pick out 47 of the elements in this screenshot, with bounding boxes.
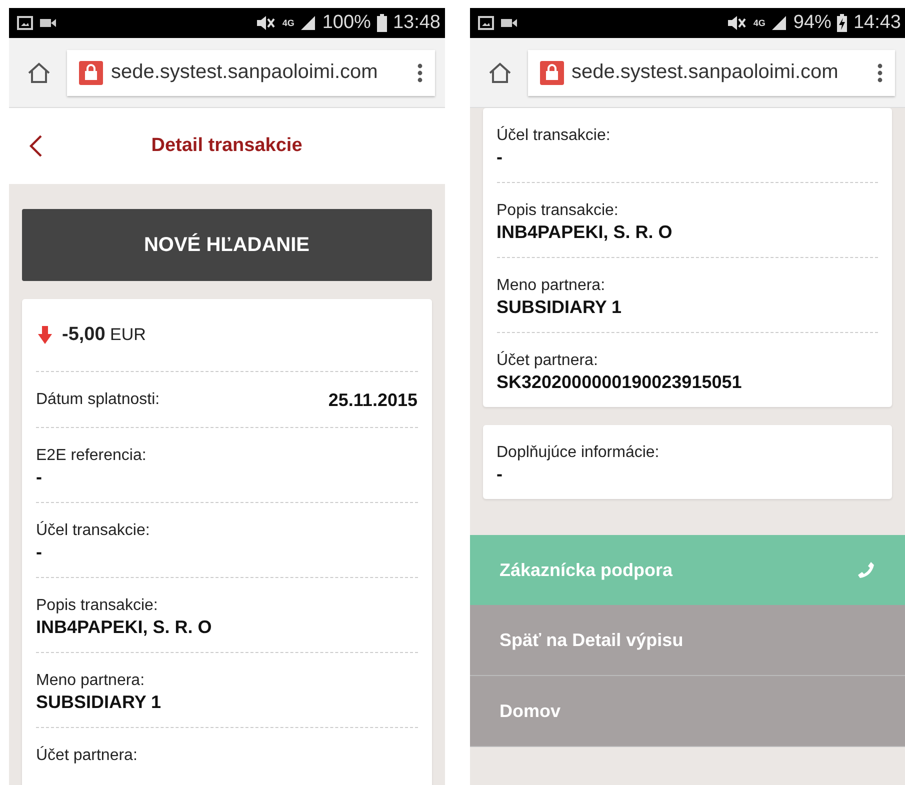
more-options-icon[interactable] — [877, 62, 883, 82]
battery-percentage: 94% — [793, 12, 832, 34]
address-bar[interactable]: sede.systest.sanpaoloimi.com — [528, 50, 895, 96]
video-camera-icon — [500, 17, 518, 29]
signal-icon — [300, 15, 316, 31]
picture-icon — [478, 16, 494, 30]
video-camera-icon — [39, 17, 57, 29]
field-label: E2E referencia: — [36, 447, 148, 465]
home-icon[interactable] — [488, 62, 512, 84]
field-label: Meno partnera: — [496, 277, 606, 295]
page-title: Detail transakcie — [150, 135, 304, 157]
field-label: Účet partnera: — [496, 352, 599, 370]
network-label: 4G — [753, 18, 766, 28]
field-label: Dátum splatnosti: — [36, 390, 160, 408]
field-label: Účet partnera: — [36, 747, 138, 765]
amount-text: -5,00 EUR — [62, 324, 146, 346]
field-label: Meno partnera: — [36, 672, 146, 690]
field-value: - — [496, 147, 504, 168]
field-value: SK3202000000190023915051 — [496, 372, 743, 393]
back-icon[interactable] — [29, 134, 43, 158]
field-value: INB4PAPEKI, S. R. O — [496, 222, 674, 243]
field-value: - — [496, 464, 504, 485]
field-label: Účel transakcie: — [496, 127, 612, 145]
field-value: 25.11.2015 — [328, 390, 418, 411]
new-search-button[interactable]: NOVÉ HĽADANIE — [22, 209, 432, 281]
field-label: Popis transakcie: — [36, 597, 159, 615]
field-value: INB4PAPEKI, S. R. O — [36, 617, 213, 638]
network-label: 4G — [282, 18, 294, 28]
clock-time: 14:43 — [853, 12, 901, 34]
more-options-icon[interactable] — [416, 62, 422, 82]
picture-icon — [17, 16, 33, 30]
phone-icon — [857, 561, 875, 579]
field-label: Popis transakcie: — [496, 202, 620, 220]
field-value: - — [36, 467, 43, 488]
address-bar[interactable]: sede.systest.sanpaoloimi.com — [67, 50, 434, 96]
field-value: SUBSIDIARY 1 — [496, 297, 623, 318]
down-arrow-icon — [38, 326, 52, 344]
signal-icon — [771, 15, 788, 31]
home-icon[interactable] — [27, 62, 51, 84]
lock-icon — [79, 60, 103, 84]
lock-icon — [540, 60, 564, 84]
clock-time: 13:48 — [392, 12, 440, 34]
field-value: SUBSIDIARY 1 — [36, 692, 162, 713]
battery-percentage: 100% — [322, 12, 371, 34]
field-label: Účel transakcie: — [36, 522, 151, 540]
field-label: Doplňujúce informácie: — [496, 444, 660, 462]
field-value: - — [36, 542, 43, 563]
